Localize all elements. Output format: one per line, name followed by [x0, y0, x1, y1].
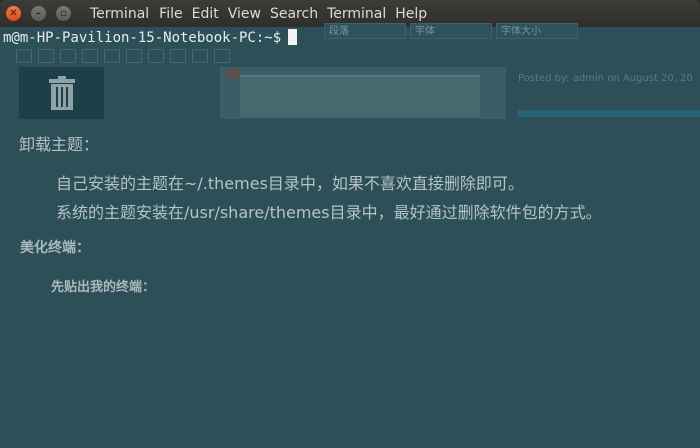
menu-view[interactable]: View — [228, 6, 261, 22]
font-size-select: 字体大小 — [496, 23, 578, 39]
image-icon — [192, 49, 208, 63]
thumbnail-close-icon — [226, 69, 240, 79]
redo-icon — [126, 49, 142, 63]
paragraph-user-themes: 自己安装的主题在~/.themes目录中，如果不喜欢直接删除即可。 — [56, 174, 524, 193]
menu-search[interactable]: Search — [270, 6, 318, 22]
minimize-icon: – — [36, 7, 41, 19]
edit-icon — [16, 49, 32, 63]
link-icon — [148, 49, 164, 63]
heading-beautify-terminal: 美化终端： — [20, 240, 90, 256]
paragraph-select: 段落 — [324, 23, 406, 39]
sidebar-bar — [518, 110, 700, 117]
paragraph-system-themes: 系统的主题安装在/usr/share/themes目录中，最好通过删除软件包的方… — [56, 203, 602, 222]
maximize-icon: ▫ — [60, 7, 67, 19]
font-select: 字体 — [410, 23, 492, 39]
menu-terminal[interactable]: Terminal — [327, 6, 386, 22]
text-cursor — [288, 29, 298, 45]
maximize-button[interactable]: ▫ — [56, 6, 71, 21]
shell-prompt[interactable]: m@m-HP-Pavilion-15-Notebook-PC:~$ — [3, 29, 298, 46]
trash-thumbnail — [19, 67, 104, 119]
sidebar-divider — [505, 67, 506, 119]
post-meta: Posted by: admin on August 20, 20 — [518, 73, 693, 84]
prompt-text: m@m-HP-Pavilion-15-Notebook-PC:~$ — [3, 30, 282, 46]
menu-file[interactable]: File — [159, 6, 182, 22]
background-format-toolbar: 段落 字体 字体大小 — [320, 23, 700, 43]
trash-icon — [48, 76, 75, 110]
minimize-button[interactable]: – — [31, 6, 46, 21]
cut-icon — [38, 49, 54, 63]
menu-edit[interactable]: Edit — [192, 6, 219, 22]
menu-help[interactable]: Help — [395, 6, 427, 22]
heading-uninstall-theme: 卸载主题： — [19, 135, 100, 154]
unlink-icon — [170, 49, 186, 63]
thumbnail-content — [240, 75, 480, 117]
copy-icon — [60, 49, 76, 63]
terminal-window: ✕ – ▫ Terminal File Edit View Search Ter… — [0, 0, 700, 448]
window-title: Terminal — [90, 5, 150, 22]
background-edit-toolbar — [16, 49, 306, 65]
heading-my-terminal: 先贴出我的终端： — [51, 280, 156, 295]
paste-icon — [82, 49, 98, 63]
terminal-area[interactable]: 段落 字体 字体大小 Posted by: admin on August 20… — [0, 23, 700, 448]
close-button[interactable]: ✕ — [6, 6, 21, 21]
screenshot-thumbnail — [220, 67, 505, 119]
menu-bar: File Edit View Search Terminal Help — [159, 6, 436, 22]
table-icon — [214, 49, 230, 63]
close-icon: ✕ — [9, 7, 18, 19]
undo-icon — [104, 49, 120, 63]
